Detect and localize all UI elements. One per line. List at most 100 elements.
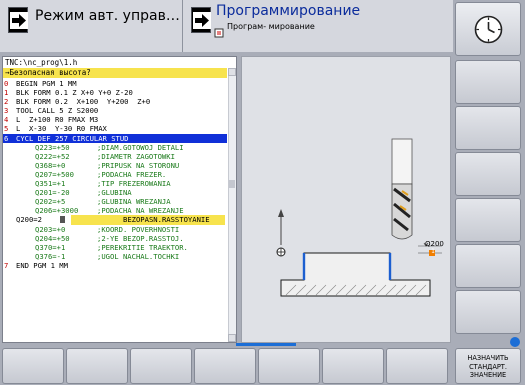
vertical-softkey-2[interactable] — [455, 106, 521, 150]
line-text: TOOL CALL 5 Z S2000 — [16, 106, 99, 116]
line-comment: BEZOPASN.RASSTOYANIE — [123, 215, 210, 225]
line-comment: ;DIAM.GOTOWOJ DETALI — [97, 142, 184, 152]
softkey-3[interactable] — [130, 348, 192, 384]
program-param-line[interactable]: Q201=-20 ;GLUBINA — [3, 188, 227, 197]
line-comment: ;PRIPUSK NA STORONU — [97, 160, 180, 170]
vertical-softkey-3[interactable] — [455, 152, 521, 196]
program-param-line[interactable]: Q222=+52 ;DIAMETR ZAGOTOWKI — [3, 152, 227, 161]
machine-mode-button[interactable] — [8, 7, 28, 33]
program-param-line[interactable]: Q202=+5 ;GLUBINA WREZANJA — [3, 197, 227, 206]
program-param-line[interactable]: Q207=+500 ;PODACHA FREZER. — [3, 170, 227, 179]
arrow-right-icon — [193, 12, 211, 29]
line-text: Q223=+50 — [35, 142, 70, 152]
program-line[interactable]: 6 CYCL DEF 257 CIRCULAR STUD — [3, 133, 227, 143]
scroll-down-icon[interactable] — [228, 334, 236, 342]
programming-sub-label: Програм- мирование — [227, 22, 315, 31]
line-text: Q203=+0 — [35, 224, 66, 234]
line-text: Q207=+500 — [35, 169, 74, 179]
line-text: BLK FORM 0.1 Z X+0 Y+0 Z-20 — [16, 88, 133, 98]
line-number: 4 — [4, 115, 9, 125]
line-text: Q204=+50 — [35, 233, 70, 243]
program-line[interactable]: 1 BLK FORM 0.1 Z X+0 Y+0 Z-20 — [3, 88, 227, 97]
vertical-softkey-4[interactable] — [455, 198, 521, 242]
arrow-up-icon — [278, 209, 284, 217]
line-comment: ;PODACHA FREZER. — [97, 169, 167, 179]
program-line[interactable]: 4 L Z+100 R0 FMAX M3 — [3, 115, 227, 124]
program-param-line[interactable]: Q376=-1 ;UGOL NACHAL.TOCHKI — [3, 252, 227, 261]
line-number: 2 — [4, 97, 9, 107]
line-text: Q368=+0 — [35, 160, 66, 170]
line-comment: ;DIAMETR ZAGOTOWKI — [97, 151, 175, 161]
line-comment: ;GLUBINA WREZANJA — [97, 197, 171, 207]
softkey-4[interactable] — [194, 348, 256, 384]
line-text: Q222=+52 — [35, 151, 70, 161]
program-param-line[interactable]: Q206=+3000 ;PODACHA NA WREZANJE — [3, 206, 227, 215]
line-comment: ;2-YE BEZOP.RASSTOJ. — [97, 233, 184, 243]
line-number: 0 — [4, 79, 9, 88]
help-graphic-panel — [241, 56, 451, 343]
program-line[interactable]: 2 BLK FORM 0.2 X+100 Y+200 Z+0 — [3, 97, 227, 106]
dialog-prompt: →Безопасная высота? — [3, 68, 227, 78]
program-param-line[interactable]: Q203=+0 ;KOORD. POVERHNOSTI — [3, 225, 227, 234]
program-line[interactable]: 7 END PGM 1 MM — [3, 261, 227, 270]
softkey-7[interactable] — [386, 348, 448, 384]
line-text: Q206=+3000 — [35, 206, 79, 216]
line-text: L X-30 Y-30 R0 FMAX — [16, 124, 107, 134]
program-scrollbar[interactable] — [228, 68, 236, 342]
text-cursor — [60, 216, 65, 224]
line-number: 1 — [4, 88, 9, 98]
clock-button[interactable] — [455, 2, 521, 56]
softkey-1[interactable] — [2, 348, 64, 384]
vertical-softkey-6[interactable] — [455, 290, 521, 334]
program-edit-icon — [214, 23, 224, 38]
program-param-line[interactable]: Q370=+1 ;PEREKRITIE TRAEKTOR. — [3, 243, 227, 252]
line-comment: ;GLUBINA — [97, 188, 132, 198]
program-param-line[interactable]: Q200=2 BEZOPASN.RASSTOYANIE — [3, 215, 227, 225]
machine-mode-label[interactable]: Режим авт. управ… — [35, 8, 180, 24]
program-listing[interactable]: 0 BEGIN PGM 1 MM 1 BLK FORM 0.1 Z X+0 Y+0 Z… — [3, 79, 227, 341]
programming-mode-button[interactable] — [191, 7, 211, 33]
help-icon[interactable] — [510, 337, 520, 347]
program-param-line[interactable]: Q351=+1 ;TIP FREZEROWANIA — [3, 179, 227, 188]
program-line[interactable]: 3 TOOL CALL 5 Z S2000 — [3, 106, 227, 115]
scroll-thumb[interactable] — [229, 180, 235, 188]
softkey-6[interactable] — [322, 348, 384, 384]
line-text: Q200=2 — [16, 215, 42, 225]
vertical-softkey-1[interactable] — [455, 60, 521, 104]
line-text: CYCL DEF 257 CIRCULAR STUD — [16, 133, 129, 143]
line-text: BEGIN PGM 1 MM — [16, 79, 77, 88]
vertical-softkey-5[interactable] — [455, 244, 521, 288]
line-comment: ;TIP FREZEROWANIA — [97, 179, 171, 189]
cycle-help-graphic — [276, 138, 442, 297]
program-param-line[interactable]: Q368=+0 ;PRIPUSK NA STORONU — [3, 161, 227, 170]
program-param-line[interactable]: Q204=+50 ;2-YE BEZOP.RASSTOJ. — [3, 234, 227, 243]
marker-label: 1 — [431, 248, 435, 255]
set-standard-value-softkey[interactable]: НАЗНАЧИТЬ СТАНДАРТ. ЗНАЧЕНИЕ — [455, 348, 521, 384]
program-line[interactable]: 0 BEGIN PGM 1 MM — [3, 79, 227, 88]
line-comment: ;UGOL NACHAL.TOCHKI — [97, 251, 180, 261]
line-text: END PGM 1 MM — [16, 260, 68, 270]
clock-icon — [473, 14, 504, 45]
line-text: L Z+100 R0 FMAX M3 — [16, 115, 99, 125]
arrow-right-icon — [10, 12, 28, 29]
tool-shank — [391, 138, 413, 185]
program-param-line[interactable]: Q223=+50 ;DIAM.GOTOWOJ DETALI — [3, 143, 227, 152]
line-text: Q202=+5 — [35, 197, 66, 207]
line-text: Q376=-1 — [35, 251, 66, 261]
line-text: Q201=-20 — [35, 188, 70, 198]
softkey-5[interactable] — [258, 348, 320, 384]
line-comment: ;PODACHA NA WREZANJE — [97, 206, 184, 216]
line-text: Q370=+1 — [35, 242, 66, 252]
line-text: Q351=+1 — [35, 179, 66, 189]
softkey-2[interactable] — [66, 348, 128, 384]
program-line[interactable]: 5 L X-30 Y-30 R0 FMAX — [3, 124, 227, 133]
line-number: 3 — [4, 106, 9, 116]
softkey-page-indicator — [236, 343, 296, 346]
scroll-up-icon[interactable] — [228, 68, 236, 76]
line-number: 7 — [4, 260, 9, 270]
line-text: BLK FORM 0.2 X+100 Y+200 Z+0 — [16, 97, 151, 107]
programming-mode-label[interactable]: Программирование — [216, 3, 360, 19]
q200-label: Q200 — [425, 240, 444, 248]
program-path: TNC:\nc_prog\1.h — [3, 57, 236, 68]
line-comment: ;PEREKRITIE TRAEKTOR. — [97, 242, 188, 252]
